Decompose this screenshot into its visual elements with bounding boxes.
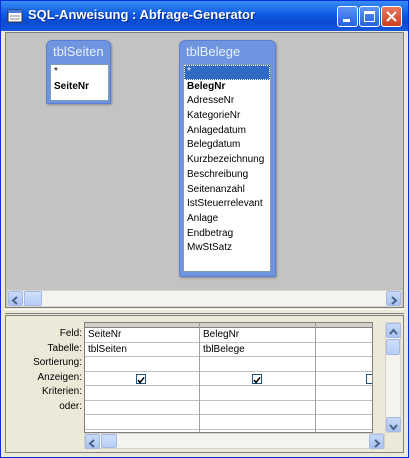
- kriterien-cell[interactable]: [85, 386, 199, 401]
- anzeigen-checkbox[interactable]: [136, 373, 146, 384]
- grid-column[interactable]: BelegNr tblBelege: [200, 323, 316, 432]
- table-name: tblSeiten: [53, 44, 104, 59]
- row-label: Anzeigen:: [37, 371, 82, 383]
- sortierung-cell[interactable]: [200, 357, 315, 372]
- anzeigen-checkbox[interactable]: [366, 373, 372, 384]
- field-list[interactable]: * BelegNr AdresseNr KategorieNr Anlageda…: [183, 64, 271, 272]
- sortierung-cell[interactable]: [85, 357, 199, 372]
- maximize-icon: [364, 11, 375, 22]
- field-item[interactable]: Belegdatum: [184, 138, 270, 153]
- scroll-left-button[interactable]: [85, 434, 100, 449]
- row-labels: Feld: Tabelle: Sortierung: Anzeigen: Kri…: [6, 327, 84, 414]
- anzeigen-checkbox[interactable]: [252, 373, 262, 384]
- field-item[interactable]: MwStSatz: [184, 241, 270, 256]
- scroll-thumb[interactable]: [24, 291, 42, 306]
- minimize-button[interactable]: [337, 6, 358, 27]
- empty-cell[interactable]: [85, 415, 199, 430]
- window-title: SQL-Anweisung : Abfrage-Generator: [28, 7, 256, 22]
- sortierung-cell[interactable]: [316, 357, 372, 372]
- kriterien-cell[interactable]: [316, 386, 372, 401]
- close-button[interactable]: [381, 6, 402, 27]
- scroll-up-button[interactable]: [386, 323, 401, 338]
- grid-vertical-scrollbar[interactable]: [385, 322, 401, 433]
- maximize-button[interactable]: [359, 6, 380, 27]
- field-item[interactable]: SeiteNr: [51, 80, 108, 95]
- query-design-grid[interactable]: SeiteNr tblSeiten BelegNr tblBelege: [84, 322, 373, 433]
- arrow-right-icon: [374, 439, 381, 448]
- feld-cell[interactable]: BelegNr: [200, 328, 315, 343]
- field-item[interactable]: *: [51, 65, 108, 80]
- row-label: Tabelle:: [47, 342, 82, 354]
- field-list[interactable]: * SeiteNr: [50, 64, 109, 101]
- grid-horizontal-scrollbar[interactable]: [84, 433, 385, 449]
- field-item[interactable]: Endbetrag: [184, 227, 270, 242]
- feld-cell[interactable]: SeiteNr: [85, 328, 199, 343]
- field-item[interactable]: Anlagedatum: [184, 124, 270, 139]
- checkmark-icon: [253, 376, 261, 384]
- query-builder-window: SQL-Anweisung : Abfrage-Generator tblSei…: [0, 0, 409, 458]
- row-label: Sortierung:: [33, 357, 82, 368]
- oder-cell[interactable]: [200, 401, 315, 415]
- feld-cell[interactable]: [316, 328, 372, 343]
- field-item[interactable]: Beschreibung: [184, 168, 270, 183]
- design-horizontal-scrollbar[interactable]: [7, 290, 402, 307]
- minimize-icon: [343, 19, 350, 22]
- scroll-left-button[interactable]: [8, 291, 23, 306]
- table-tblBelege[interactable]: tblBelege * BelegNr AdresseNr KategorieN…: [179, 40, 276, 277]
- grid-column[interactable]: SeiteNr tblSeiten: [85, 323, 200, 432]
- field-item[interactable]: IstSteuerrelevant: [184, 197, 270, 212]
- table-tblSeiten[interactable]: tblSeiten * SeiteNr: [46, 40, 111, 104]
- query-grid-area: Feld: Tabelle: Sortierung: Anzeigen: Kri…: [5, 315, 404, 453]
- empty-cell[interactable]: [316, 415, 372, 430]
- arrow-right-icon: [391, 296, 398, 305]
- oder-cell[interactable]: [85, 401, 199, 415]
- close-icon: [386, 11, 397, 22]
- field-item[interactable]: BelegNr: [184, 80, 270, 95]
- row-label: oder:: [59, 400, 82, 412]
- anzeigen-cell: [200, 372, 315, 386]
- row-label: Kriterien:: [41, 386, 82, 397]
- field-item[interactable]: Anlage: [184, 212, 270, 227]
- field-item[interactable]: KategorieNr: [184, 109, 270, 124]
- table-name: tblBelege: [186, 44, 241, 59]
- pane-splitter[interactable]: [5, 309, 404, 314]
- tabelle-cell[interactable]: tblSeiten: [85, 343, 199, 357]
- anzeigen-cell: [85, 372, 199, 386]
- empty-cell[interactable]: [200, 415, 315, 430]
- query-icon: [7, 9, 23, 23]
- arrow-left-icon: [88, 439, 95, 448]
- scroll-thumb[interactable]: [101, 434, 117, 448]
- scroll-down-button[interactable]: [386, 417, 401, 432]
- oder-cell[interactable]: [316, 401, 372, 415]
- arrow-down-icon: [389, 424, 398, 431]
- arrow-left-icon: [11, 296, 18, 305]
- tabelle-cell[interactable]: [316, 343, 372, 357]
- scroll-right-button[interactable]: [369, 434, 384, 449]
- checkmark-icon: [137, 376, 145, 384]
- grid-column[interactable]: [316, 323, 372, 432]
- scroll-right-button[interactable]: [386, 291, 401, 306]
- title-bar[interactable]: SQL-Anweisung : Abfrage-Generator: [1, 1, 408, 31]
- field-item[interactable]: *: [184, 65, 270, 80]
- scroll-thumb[interactable]: [386, 339, 400, 355]
- anzeigen-cell: [316, 372, 372, 386]
- field-item[interactable]: Seitenanzahl: [184, 183, 270, 198]
- table-design-area[interactable]: tblSeiten * SeiteNr tblBelege * BelegNr …: [5, 32, 404, 308]
- tabelle-cell[interactable]: tblBelege: [200, 343, 315, 357]
- field-item[interactable]: AdresseNr: [184, 94, 270, 109]
- arrow-up-icon: [389, 328, 398, 335]
- row-label: Feld:: [59, 328, 82, 339]
- kriterien-cell[interactable]: [200, 386, 315, 401]
- field-item[interactable]: Kurzbezeichnung: [184, 153, 270, 168]
